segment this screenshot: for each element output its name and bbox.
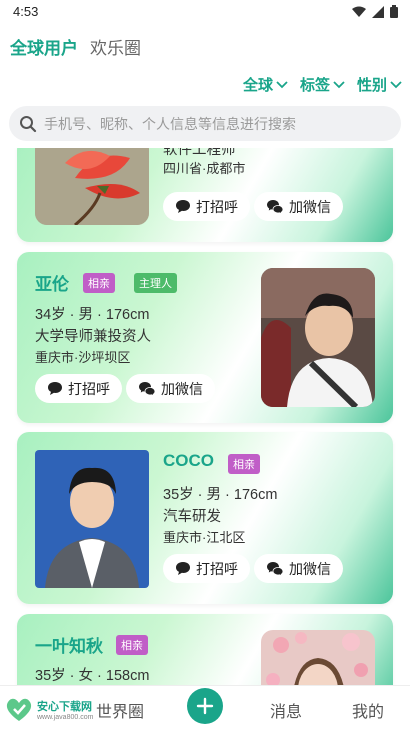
greet-button[interactable]: 打招呼	[163, 192, 250, 221]
tag-blind-date: 相亲	[116, 635, 148, 655]
user-feed[interactable]: 软件工程师 四川省·成都市 打招呼 加微信 亚伦 相亲 主理人 34岁 · 男 …	[0, 148, 410, 685]
greet-label: 打招呼	[68, 380, 110, 397]
user-card[interactable]: 亚伦 相亲 主理人 34岁 · 男 · 176cm 大学导师兼投资人 重庆市·沙…	[17, 252, 393, 423]
add-wechat-button[interactable]: 加微信	[254, 554, 343, 583]
top-tabs: 全球用户 欢乐圈	[10, 34, 141, 59]
tab-fun-circle[interactable]: 欢乐圈	[90, 34, 141, 59]
user-stats: 35岁 · 女 · 158cm	[35, 668, 150, 684]
user-photo	[35, 450, 149, 588]
greet-button[interactable]: 打招呼	[163, 554, 250, 583]
filter-tags[interactable]: 标签	[300, 74, 345, 95]
user-name: 一叶知秋	[35, 637, 103, 656]
status-time: 4:53	[13, 4, 39, 19]
user-card[interactable]: COCO 相亲 35岁 · 男 · 176cm 汽车研发 重庆市·江北区 打招呼…	[17, 432, 393, 604]
user-name: COCO	[163, 451, 214, 470]
user-occupation: 汽车研发	[163, 509, 221, 525]
add-wechat-button[interactable]: 加微信	[254, 192, 343, 221]
wechat-icon	[267, 200, 284, 214]
chevron-down-icon	[333, 80, 345, 88]
watermark-text: 安心下载网 www.java800.com	[37, 698, 93, 721]
filter-bar: 全球 标签 性别	[243, 74, 402, 95]
user-location: 重庆市·江北区	[163, 530, 246, 545]
add-wechat-button[interactable]: 加微信	[126, 374, 215, 403]
add-post-button[interactable]	[187, 688, 223, 724]
chevron-down-icon	[390, 80, 402, 88]
nav-messages[interactable]: 消息	[270, 698, 302, 722]
user-occupation: 大学导师兼投资人	[35, 329, 151, 345]
watermark-title: 安心下载网	[37, 700, 92, 713]
chat-bubble-icon	[48, 382, 62, 395]
tag-host: 主理人	[134, 273, 177, 293]
watermark-logo	[6, 698, 32, 721]
greet-button[interactable]: 打招呼	[35, 374, 122, 403]
status-bar: 4:53	[0, 0, 410, 26]
user-card[interactable]: 一叶知秋 相亲 35岁 · 女 · 158cm	[17, 614, 393, 685]
chevron-down-icon	[276, 80, 288, 88]
watermark: 安心下载网 www.java800.com	[4, 693, 114, 725]
wechat-icon	[267, 562, 284, 576]
tag-blind-date: 相亲	[228, 454, 260, 474]
watermark-url: www.java800.com	[37, 713, 94, 721]
battery-icon	[390, 5, 398, 18]
search-icon	[20, 115, 37, 132]
user-stats: 34岁 · 男 · 176cm	[35, 307, 150, 323]
wechat-icon	[139, 382, 156, 396]
user-name: 亚伦	[35, 275, 69, 294]
tag-blind-date: 相亲	[83, 273, 115, 293]
signal-icon	[372, 5, 384, 18]
chat-bubble-icon	[176, 562, 190, 575]
filter-gender-label: 性别	[356, 77, 387, 94]
search-bar[interactable]	[9, 106, 401, 141]
filter-region-label: 全球	[242, 77, 273, 94]
chat-bubble-icon	[176, 200, 190, 213]
user-location: 重庆市·沙坪坝区	[35, 350, 131, 365]
search-input[interactable]	[44, 115, 374, 132]
wechat-label: 加微信	[289, 560, 331, 577]
user-photo	[35, 148, 149, 225]
tab-global-users[interactable]: 全球用户	[10, 34, 78, 59]
greet-label: 打招呼	[196, 560, 238, 577]
user-card[interactable]: 软件工程师 四川省·成都市 打招呼 加微信	[17, 148, 393, 242]
plus-icon	[196, 697, 214, 715]
nav-mine[interactable]: 我的	[352, 698, 384, 722]
filter-tags-label: 标签	[299, 77, 330, 94]
user-stats: 35岁 · 男 · 176cm	[163, 487, 278, 503]
greet-label: 打招呼	[196, 198, 238, 215]
user-photo	[261, 630, 375, 685]
user-photo	[261, 268, 375, 407]
filter-gender[interactable]: 性别	[357, 74, 402, 95]
wechat-label: 加微信	[289, 198, 331, 215]
user-location: 四川省·成都市	[163, 161, 246, 176]
status-icons	[352, 5, 398, 18]
filter-region[interactable]: 全球	[243, 74, 288, 95]
wifi-icon	[352, 6, 366, 17]
wechat-label: 加微信	[161, 380, 203, 397]
